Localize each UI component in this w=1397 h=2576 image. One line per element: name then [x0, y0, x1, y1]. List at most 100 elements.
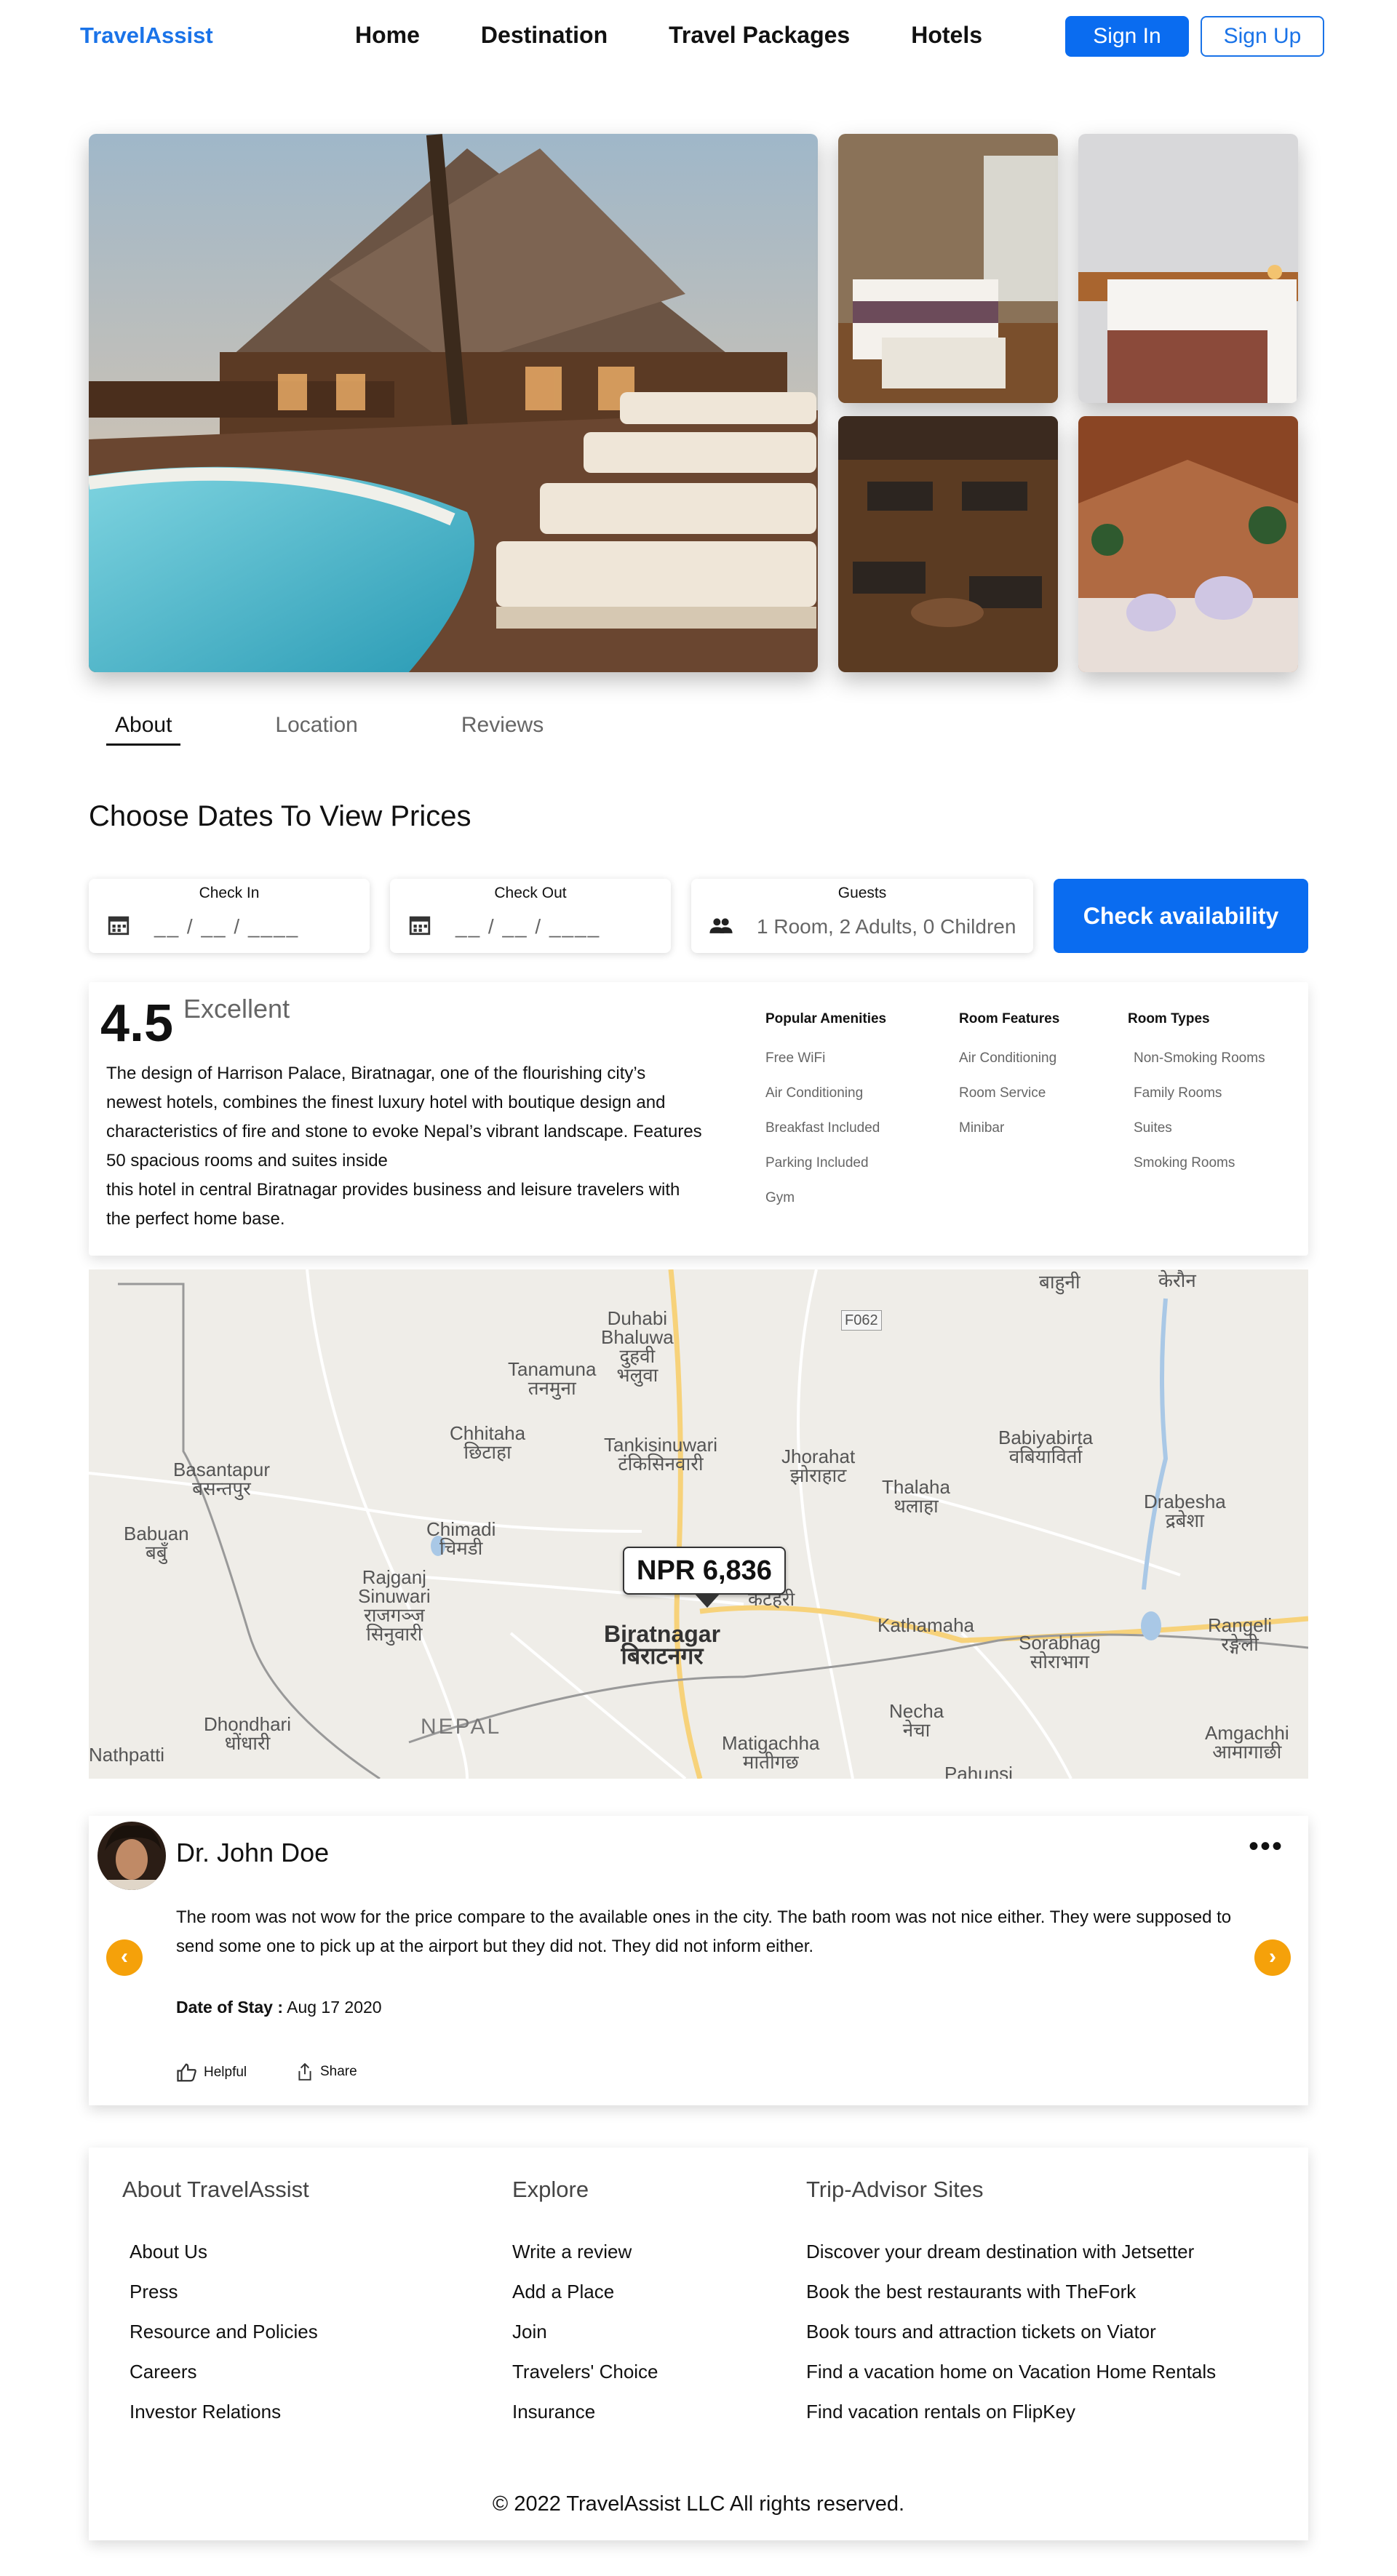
tab-location[interactable]: Location: [266, 713, 366, 746]
map-label-text: Duhabi Bhaluwa दुहवी भलुवा: [601, 1307, 674, 1386]
map-label-text: Babiyabirta वबियाविर्ता: [998, 1427, 1094, 1467]
popular-amenities: Popular Amenities Free WiFi Air Conditio…: [765, 1011, 886, 1225]
footer-link[interactable]: Join: [512, 2321, 658, 2342]
share-label: Share: [320, 2064, 357, 2079]
map-label-text: Drabesha द्रबेशा: [1144, 1491, 1226, 1531]
calendar-icon: [409, 916, 431, 936]
footer-link[interactable]: Discover your dream destination with Jet…: [806, 2241, 1216, 2262]
footer-link[interactable]: Careers: [122, 2361, 318, 2382]
next-review-button[interactable]: ›: [1254, 1939, 1291, 1976]
nav-hotels[interactable]: Hotels: [911, 22, 982, 49]
brand-logo[interactable]: TravelAssist: [80, 23, 213, 49]
amenity-item: Gym: [765, 1190, 795, 1205]
room-photo-2[interactable]: [1078, 134, 1298, 403]
date-of-stay: Date of Stay : Aug 17 2020: [176, 1998, 382, 2017]
tab-reviews[interactable]: Reviews: [453, 713, 552, 746]
map-label-text: Pahunsi: [944, 1763, 1013, 1779]
amenity-item: Free WiFi: [765, 1050, 826, 1066]
sign-up-button[interactable]: Sign Up: [1201, 16, 1324, 57]
calendar-icon: [108, 916, 130, 936]
room-types: Room Types Non-Smoking Rooms Family Room…: [1128, 1011, 1265, 1190]
map-label-rajganj: Rajganj Sinuwari राजगञ्ज सिनुवारी: [358, 1568, 431, 1643]
review-text: The room was not wow for the price compa…: [176, 1907, 1232, 1956]
room-type-item: Smoking Rooms: [1134, 1155, 1235, 1171]
share-icon: [298, 2062, 311, 2081]
map-label-tankisinuwari: Tankisinuwari टंकिसिनवारी: [604, 1435, 717, 1473]
map-label-text: Necha नेचा: [889, 1700, 944, 1741]
footer-link[interactable]: Find vacation rentals on FlipKey: [806, 2401, 1216, 2423]
map-label-text: Matigachha मातीगछ: [722, 1732, 820, 1773]
footer-trip-title: Trip-Advisor Sites: [806, 2177, 984, 2202]
lounge-photo[interactable]: [838, 416, 1058, 672]
footer-link[interactable]: Book the best restaurants with TheFork: [806, 2281, 1216, 2302]
map-label-dhondhari: Dhondhari धोंधारी: [204, 1715, 291, 1752]
nav-destination[interactable]: Destination: [481, 22, 608, 49]
map-label-necha: Necha नेचा: [889, 1702, 944, 1739]
share-button[interactable]: Share: [295, 2062, 357, 2082]
map-price-marker[interactable]: NPR 6,836: [623, 1547, 786, 1608]
map-label-text: F062: [845, 1312, 878, 1328]
footer-link[interactable]: Travelers' Choice: [512, 2361, 658, 2382]
footer: About TravelAssist About Us Press Resour…: [89, 2148, 1308, 2540]
map-label-pahunsi: Pahunsi: [944, 1764, 1013, 1779]
location-map[interactable]: Duhabi Bhaluwa दुहवी भलुवा Tanamuna तनमु…: [89, 1269, 1308, 1779]
map-label-text: Kathamaha: [877, 1614, 974, 1636]
helpful-label: Helpful: [204, 2065, 247, 2080]
map-label-chhitaha: Chhitaha छिटाहा: [450, 1424, 525, 1462]
map-label-kathamaha: Kathamaha: [877, 1616, 974, 1635]
nav-home[interactable]: Home: [355, 22, 420, 49]
tab-about[interactable]: About: [106, 713, 181, 746]
footer-link[interactable]: Investor Relations: [122, 2401, 318, 2423]
footer-link[interactable]: Resource and Policies: [122, 2321, 318, 2342]
map-label-basantapur: Basantapur बसन्तपुर: [173, 1460, 270, 1498]
footer-link[interactable]: Write a review: [512, 2241, 658, 2262]
thumbs-up-icon: [177, 2063, 196, 2082]
map-label-sorabhag: Sorabhag सोराभाग: [1019, 1633, 1101, 1671]
section-title: Choose Dates To View Prices: [89, 800, 471, 832]
room-type-item: Non-Smoking Rooms: [1134, 1050, 1265, 1066]
hotel-tabs: About Location Reviews: [106, 713, 638, 746]
helpful-button[interactable]: Helpful: [176, 2062, 247, 2083]
check-in-field[interactable]: Check In __ / __ / ____: [89, 879, 370, 953]
nav-links: Home Destination Travel Packages Hotels: [355, 22, 1043, 49]
prev-review-button[interactable]: ‹: [106, 1939, 143, 1976]
description-paragraph: The design of Harrison Palace, Biratnaga…: [106, 1064, 702, 1171]
map-label-text: Biratnagar बिराटनगर: [604, 1621, 721, 1669]
footer-link[interactable]: Add a Place: [512, 2281, 658, 2302]
footer-link[interactable]: Book tours and attraction tickets on Via…: [806, 2321, 1216, 2342]
map-label-text: Rajganj Sinuwari राजगञ्ज सिनुवारी: [358, 1566, 431, 1645]
stay-date: Aug 17 2020: [287, 1998, 382, 2017]
room-photo-1[interactable]: [838, 134, 1058, 403]
check-out-field[interactable]: Check Out __ / __ / ____: [390, 879, 671, 953]
footer-link[interactable]: Press: [122, 2281, 318, 2302]
nav-travel-packages[interactable]: Travel Packages: [669, 22, 850, 49]
room-type-item: Suites: [1134, 1120, 1172, 1136]
footer-explore-title: Explore: [512, 2177, 589, 2202]
footer-link[interactable]: About Us: [122, 2241, 318, 2262]
check-availability-button[interactable]: Check availability: [1054, 879, 1308, 953]
map-label-text: बाहुनी: [1039, 1271, 1080, 1293]
review-card: Dr. John Doe ••• The room was not wow fo…: [89, 1816, 1308, 2105]
map-label-bahuni: बाहुनी: [1039, 1272, 1080, 1291]
rating-score: 4.5: [100, 994, 174, 1053]
map-label-chimadi: Chimadi चिमडी: [426, 1520, 495, 1558]
hotel-info-card: 4.5 Excellent The design of Harrison Pal…: [89, 982, 1308, 1256]
sign-in-button[interactable]: Sign In: [1065, 16, 1189, 57]
guests-label: Guests: [837, 885, 887, 901]
map-label-text: Jhorahat झोराहाट: [781, 1445, 856, 1486]
footer-link[interactable]: Find a vacation home on Vacation Home Re…: [806, 2361, 1216, 2382]
check-out-value: __ / __ / ____: [455, 915, 601, 938]
map-label-text: Amgachhi आमागाछी: [1205, 1722, 1289, 1763]
room-feature-item: Room Service: [959, 1085, 1046, 1101]
guests-field[interactable]: Guests 1 Room, 2 Adults, 0 Children: [691, 879, 1033, 953]
map-label-text: Rangeli रङ्गेली: [1208, 1614, 1273, 1655]
map-label-nathpatti: Nathpatti: [89, 1745, 164, 1764]
hotel-main-photo[interactable]: [89, 134, 818, 672]
people-icon: [709, 918, 733, 933]
map-label-jhorahat: Jhorahat झोराहाट: [781, 1447, 855, 1485]
map-label-text: NEPAL: [421, 1715, 502, 1739]
more-options-icon[interactable]: •••: [1249, 1830, 1283, 1863]
map-label-text: Thalaha थलाहा: [882, 1476, 950, 1517]
footer-link[interactable]: Insurance: [512, 2401, 658, 2423]
restaurant-photo[interactable]: [1078, 416, 1298, 672]
